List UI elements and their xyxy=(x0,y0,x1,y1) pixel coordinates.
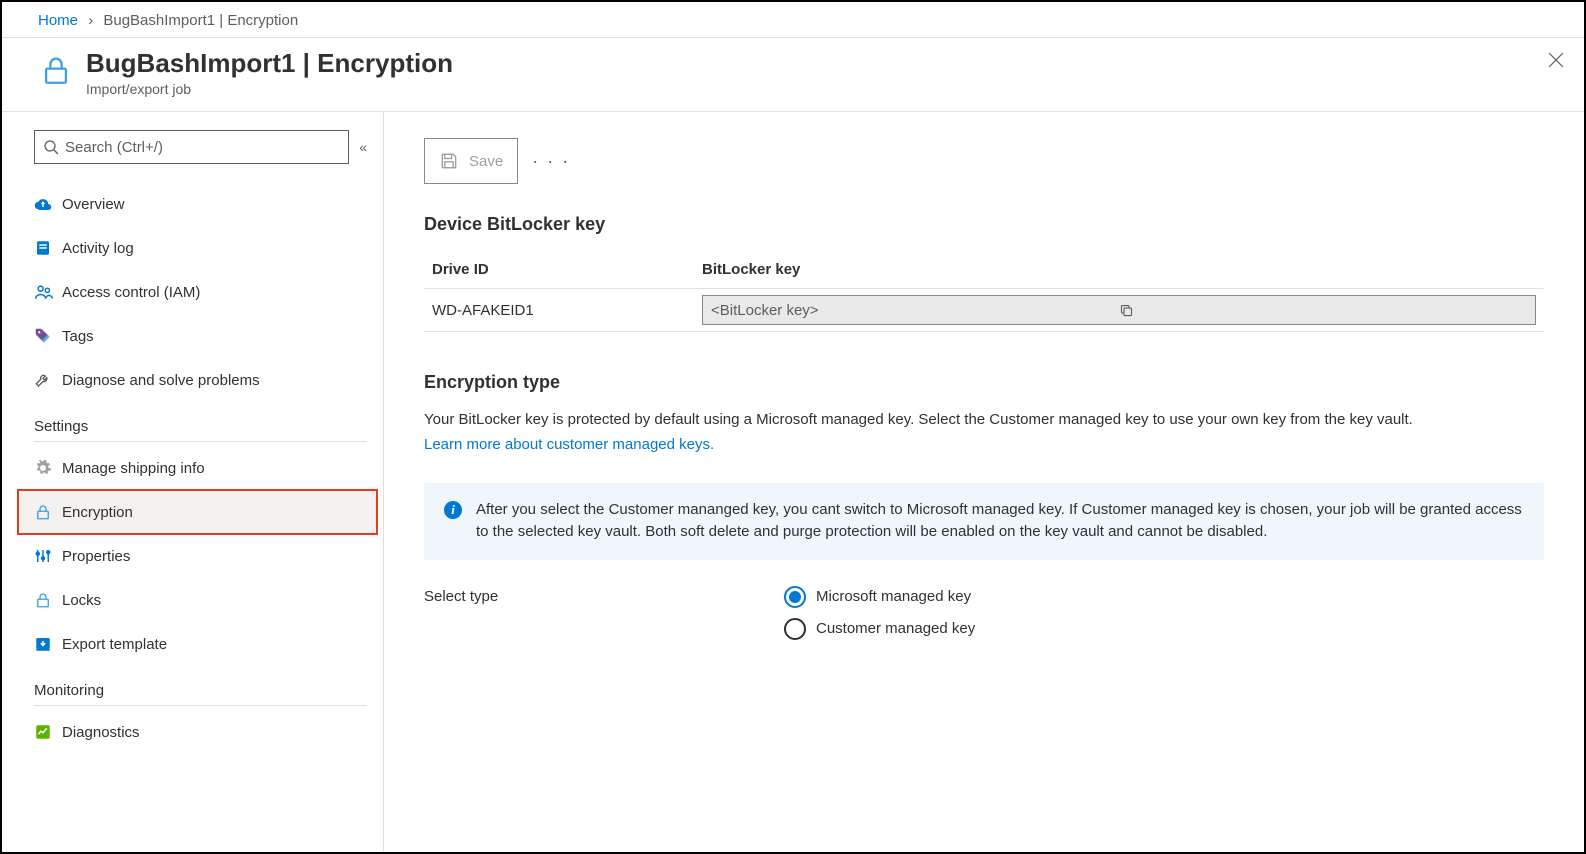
info-icon: i xyxy=(444,501,462,519)
page-header: BugBashImport1 | Encryption Import/expor… xyxy=(2,38,1584,112)
main-content: Save · · · Device BitLocker key Drive ID… xyxy=(384,112,1584,852)
copy-icon[interactable] xyxy=(1119,303,1527,318)
sidebar-item-label: Activity log xyxy=(62,240,134,257)
sidebar-item-label: Diagnostics xyxy=(62,724,140,741)
breadcrumb-current: BugBashImport1 | Encryption xyxy=(103,12,298,29)
sidebar-item-label: Tags xyxy=(62,328,94,345)
radio-customer-managed[interactable]: Customer managed key xyxy=(784,618,1544,640)
export-icon xyxy=(34,635,62,653)
sidebar-section-settings: Settings xyxy=(34,418,367,442)
sidebar-item-label: Properties xyxy=(62,548,130,565)
sidebar-item-label: Diagnose and solve problems xyxy=(62,372,260,389)
gear-icon xyxy=(34,459,62,477)
section-encryption-title: Encryption type xyxy=(424,372,1544,393)
sidebar-item-overview[interactable]: Overview xyxy=(34,182,367,226)
search-icon xyxy=(43,139,59,155)
sidebar-item-locks[interactable]: Locks xyxy=(34,578,367,622)
tag-icon xyxy=(34,327,62,345)
lock-icon xyxy=(34,503,62,521)
sidebar-item-export-template[interactable]: Export template xyxy=(34,622,367,666)
sidebar-item-diagnostics[interactable]: Diagnostics xyxy=(34,710,367,754)
chart-icon xyxy=(34,723,62,741)
cloud-icon xyxy=(34,195,62,213)
radio-microsoft-managed[interactable]: Microsoft managed key xyxy=(784,586,1544,608)
collapse-sidebar-icon[interactable]: « xyxy=(359,139,367,155)
close-icon[interactable] xyxy=(1548,52,1564,68)
col-drive-id: Drive ID xyxy=(424,251,694,289)
table-row: WD-AFAKEID1 <BitLocker key> xyxy=(424,289,1544,332)
bitlocker-table: Drive ID BitLocker key WD-AFAKEID1 <BitL… xyxy=(424,251,1544,332)
sidebar-item-label: Access control (IAM) xyxy=(62,284,200,301)
sidebar: « Overview Activity log Access control (… xyxy=(2,112,384,852)
page-title: BugBashImport1 | Encryption xyxy=(86,48,453,79)
log-icon xyxy=(34,239,62,257)
select-type-label: Select type xyxy=(424,586,784,650)
bitlocker-key-input[interactable]: <BitLocker key> xyxy=(702,295,1536,325)
sliders-icon xyxy=(34,547,62,565)
sidebar-item-shipping[interactable]: Manage shipping info xyxy=(34,446,367,490)
sidebar-item-properties[interactable]: Properties xyxy=(34,534,367,578)
sidebar-item-diagnose[interactable]: Diagnose and solve problems xyxy=(34,358,367,402)
info-text: After you select the Customer mananged k… xyxy=(476,499,1524,544)
wrench-icon xyxy=(34,371,62,389)
toolbar: Save · · · xyxy=(424,138,1544,184)
sidebar-item-encryption[interactable]: Encryption xyxy=(18,490,377,534)
learn-more-link[interactable]: Learn more about customer managed keys. xyxy=(424,436,714,453)
breadcrumb: Home › BugBashImport1 | Encryption xyxy=(2,2,1584,38)
search-input[interactable] xyxy=(34,130,349,164)
radio-icon xyxy=(784,586,806,608)
radio-icon xyxy=(784,618,806,640)
lock-icon xyxy=(38,52,74,88)
sidebar-item-tags[interactable]: Tags xyxy=(34,314,367,358)
drive-id-value: WD-AFAKEID1 xyxy=(424,289,694,332)
save-button[interactable]: Save xyxy=(424,138,518,184)
encryption-description: Your BitLocker key is protected by defau… xyxy=(424,409,1544,432)
more-button[interactable]: · · · xyxy=(532,151,570,172)
sidebar-item-label: Locks xyxy=(62,592,101,609)
sidebar-item-access-control[interactable]: Access control (IAM) xyxy=(34,270,367,314)
people-icon xyxy=(34,283,62,301)
info-banner: i After you select the Customer mananged… xyxy=(424,483,1544,560)
sidebar-item-label: Export template xyxy=(62,636,167,653)
col-bitlocker-key: BitLocker key xyxy=(694,251,1544,289)
breadcrumb-home[interactable]: Home xyxy=(38,12,78,29)
page-subtitle: Import/export job xyxy=(86,81,453,97)
sidebar-item-label: Encryption xyxy=(62,504,133,521)
section-bitlocker-title: Device BitLocker key xyxy=(424,214,1544,235)
sidebar-item-activity-log[interactable]: Activity log xyxy=(34,226,367,270)
sidebar-item-label: Manage shipping info xyxy=(62,460,205,477)
save-icon xyxy=(439,151,459,171)
sidebar-item-label: Overview xyxy=(62,196,125,213)
sidebar-section-monitoring: Monitoring xyxy=(34,682,367,706)
chevron-right-icon: › xyxy=(88,12,93,29)
lock-icon xyxy=(34,591,62,609)
